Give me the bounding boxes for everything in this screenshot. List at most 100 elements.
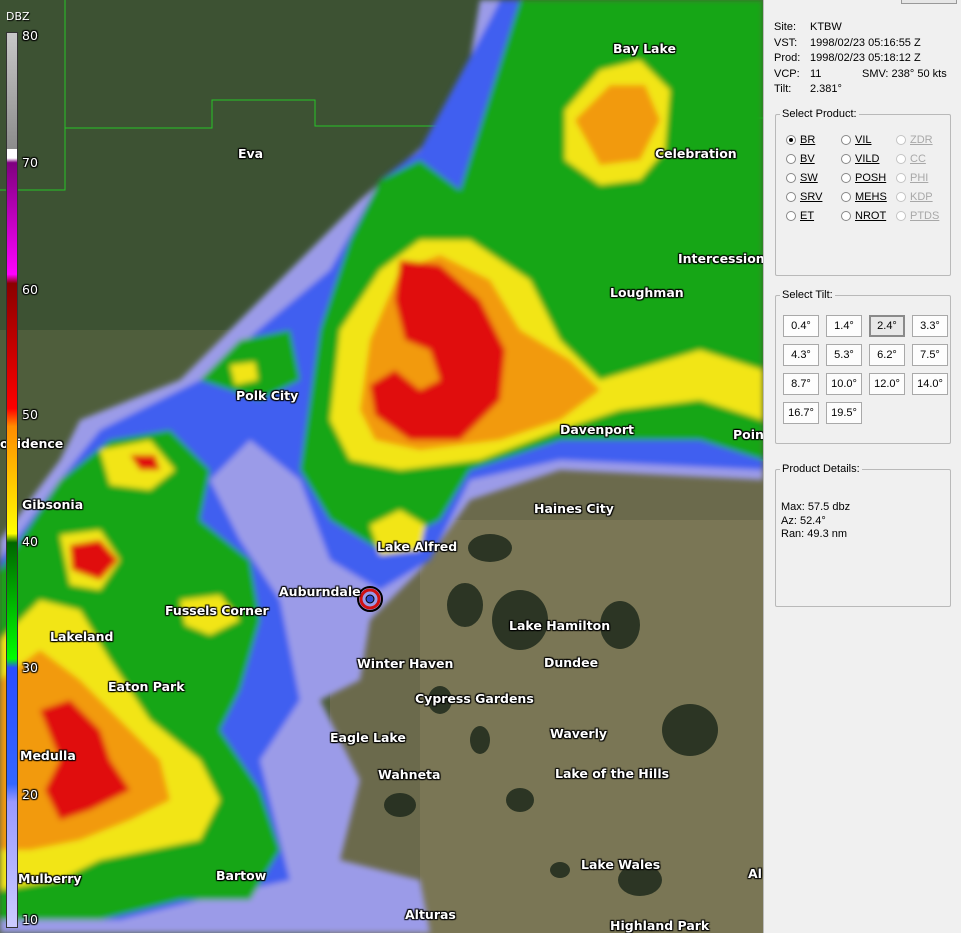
city-label: Eaton Park: [108, 679, 185, 694]
product-radio-cc: CC: [896, 153, 926, 165]
product-label: MEHS: [855, 191, 887, 203]
city-label: Highland Park: [610, 918, 710, 933]
city-label: Eagle Lake: [330, 730, 406, 745]
city-label: Davenport: [560, 422, 635, 437]
details-az: Az: 52.4°: [781, 514, 826, 527]
scale-tick-label: 80: [22, 28, 38, 43]
tilt-button[interactable]: 19.5°: [826, 402, 862, 424]
tilt-button[interactable]: 2.4°: [869, 315, 905, 337]
product-label: PHI: [910, 172, 929, 184]
city-label: Haines City: [534, 501, 614, 516]
product-radio-br[interactable]: BR: [786, 134, 815, 146]
city-label: Loughman: [610, 285, 684, 300]
product-radio-vild[interactable]: VILD: [841, 153, 879, 165]
tilt-button[interactable]: 12.0°: [869, 373, 905, 395]
scale-tick-label: 50: [22, 407, 38, 422]
vcp-value: 11: [810, 67, 822, 80]
scale-tick-label: 40: [22, 534, 38, 549]
product-radio-mehs[interactable]: MEHS: [841, 191, 887, 203]
radio-circle: [786, 135, 796, 145]
city-label: Mulberry: [18, 871, 82, 886]
product-label: POSH: [855, 172, 887, 184]
product-radio-bv[interactable]: BV: [786, 153, 815, 165]
city-label: Alturas: [405, 907, 456, 922]
radio-circle: [841, 173, 851, 183]
scale-tick-label: 60: [22, 282, 38, 297]
city-label: Bartow: [216, 868, 267, 883]
product-radio-zdr: ZDR: [896, 134, 933, 146]
product-radio-et[interactable]: ET: [786, 210, 814, 222]
product-radio-sw[interactable]: SW: [786, 172, 818, 184]
tilt-value: 2.381°: [810, 83, 842, 95]
city-label: Intercession C: [678, 251, 763, 266]
radio-circle: [786, 192, 796, 202]
city-label: Lake Hamilton: [509, 618, 611, 633]
tilt-button[interactable]: 3.3°: [912, 315, 948, 337]
panel-top-button[interactable]: [901, 0, 957, 4]
product-radio-nrot[interactable]: NROT: [841, 210, 886, 222]
radio-circle: [786, 154, 796, 164]
product-details-legend: Product Details:: [782, 463, 860, 475]
radar-map[interactable]: Bay Lake Eva Celebration Intercession C Loug…: [0, 0, 763, 933]
scale-tick-label: 10: [22, 912, 38, 927]
radio-circle: [896, 211, 906, 221]
vst-value: 1998/02/23 05:16:55 Z: [810, 36, 921, 49]
tilt-button[interactable]: 8.7°: [783, 373, 819, 395]
tilt-button[interactable]: 0.4°: [783, 315, 819, 337]
product-label: ET: [800, 210, 815, 222]
tilt-button[interactable]: 4.3°: [783, 344, 819, 366]
city-label: Medulla: [20, 748, 76, 763]
city-label: Waverly: [550, 726, 608, 741]
details-max: Max: 57.5 dbz: [781, 501, 851, 513]
product-radio-ptds: PTDS: [896, 210, 939, 222]
tilt-button[interactable]: 14.0°: [912, 373, 948, 395]
tilt-button[interactable]: 5.3°: [826, 344, 862, 366]
scale-tick-label: 70: [22, 155, 38, 170]
vst-label: VST:: [774, 36, 798, 49]
product-label: SRV: [800, 191, 823, 203]
smv-value: SMV: 238° 50 kts: [862, 67, 947, 80]
city-label: Winter Haven: [357, 656, 454, 671]
radio-circle: [841, 154, 851, 164]
product-radio-srv[interactable]: SRV: [786, 191, 822, 203]
scale-bar: [6, 32, 18, 928]
product-label: BV: [800, 153, 815, 165]
radio-circle: [841, 192, 851, 202]
product-radio-vil[interactable]: VIL: [841, 134, 872, 146]
radio-circle: [896, 135, 906, 145]
tilt-button[interactable]: 1.4°: [826, 315, 862, 337]
product-label: NROT: [855, 210, 887, 222]
scale-title: DBZ: [6, 10, 30, 23]
product-label: ZDR: [910, 134, 933, 146]
radio-circle: [786, 211, 796, 221]
city-label: Celebration: [655, 146, 737, 161]
city-label: Lake Wales: [581, 857, 661, 872]
select-tilt-group: Select Tilt: 0.4° 1.4° 2.4° 3.3° 4.3° 5.3° 6.2…: [775, 289, 951, 444]
product-label: PTDS: [910, 210, 940, 222]
radio-circle: [841, 135, 851, 145]
product-label: CC: [910, 153, 926, 165]
radio-circle: [896, 192, 906, 202]
tilt-button[interactable]: 16.7°: [783, 402, 819, 424]
tilt-label: Tilt:: [774, 83, 792, 95]
city-label: Lakeland: [50, 629, 114, 644]
radar-info: Site: KTBW VST: 1998/02/23 05:16:55 Z Prod…: [774, 20, 959, 98]
prod-label: Prod:: [774, 52, 801, 64]
tilt-button[interactable]: 10.0°: [826, 373, 862, 395]
tilt-button[interactable]: 6.2°: [869, 344, 905, 366]
dbz-color-scale: DBZ 80 70 60 50 40 30 20 10: [0, 0, 38, 933]
product-radio-posh[interactable]: POSH: [841, 172, 886, 184]
control-panel: Site: KTBW VST: 1998/02/23 05:16:55 Z Prod…: [763, 0, 961, 933]
details-ran: Ran: 49.3 nm: [781, 528, 848, 540]
product-label: SW: [800, 172, 818, 184]
radio-circle: [896, 154, 906, 164]
site-label: Site:: [774, 21, 797, 33]
select-tilt-legend: Select Tilt:: [782, 289, 833, 301]
radar-site-marker: [357, 586, 383, 612]
city-label: Poin: [733, 427, 763, 442]
scale-tick-label: 20: [22, 787, 38, 802]
vcp-label: VCP:: [774, 67, 800, 80]
tilt-button[interactable]: 7.5°: [912, 344, 948, 366]
product-radio-phi: PHI: [896, 172, 928, 184]
scale-tick-label: 30: [22, 660, 38, 675]
